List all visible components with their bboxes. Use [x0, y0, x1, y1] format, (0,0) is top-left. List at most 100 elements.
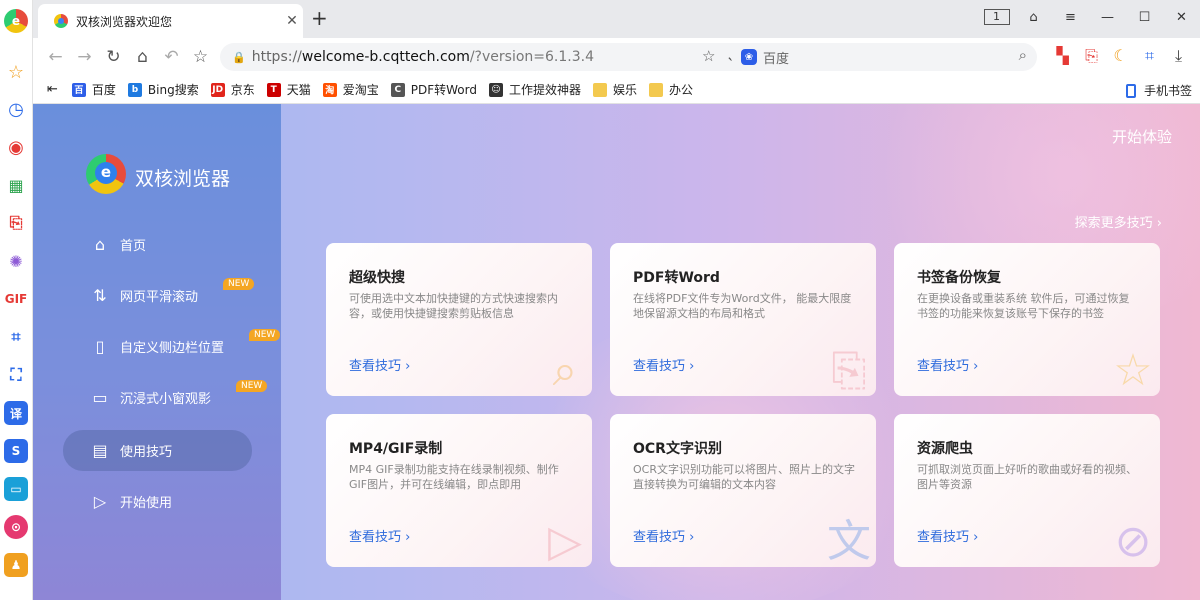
address-bar[interactable]: 🔒 https://welcome-b.cqttech.com/?version… [220, 43, 756, 71]
lock-icon: 🔒 [232, 50, 246, 64]
side-toolbar: e ☆ ◷ ◉ ▦ ⎘ ✺ GIF ⌗ ⛶ 译 S ▭ ⊙ ♟ [0, 0, 33, 600]
tip-card-title: 书签备份恢复 [917, 270, 1001, 286]
tip-card[interactable]: 书签备份恢复 在更换设备或重装系统 软件后，可通过恢复书签的功能来恢复该账号下保存… [894, 243, 1160, 396]
bookmark-bar: ⇤ 百百度 b Bing搜索 JD 京东 T 天猫淘爱淘宝 C PDF转Word ☺ 工作提效神器 娱… [33, 76, 1200, 104]
bookmark-item[interactable]: 淘爱淘宝 [322, 81, 379, 98]
view-tip-link[interactable]: 查看技巧 › [917, 526, 978, 545]
bookmark-label: 娱乐 [613, 83, 638, 97]
bookmark-favicon-icon: ☺ [489, 82, 503, 97]
bookmark-item[interactable]: 办公 [649, 81, 693, 98]
bookmark-label: 京东 [230, 83, 255, 97]
close-window-icon[interactable]: ✕ [1163, 10, 1200, 25]
settings-menu-icon[interactable]: ☰ [1193, 46, 1200, 66]
magnifier-icon: ⌕ [552, 345, 578, 396]
tab-bar: 双核浏览器欢迎您 ✕ + 1 ⌂ ≡ — ☐ ✕ [33, 0, 1200, 38]
crop-ext-icon[interactable]: ⌗ [1135, 46, 1164, 66]
mobile-bookmarks-label: 手机书签 [1143, 84, 1192, 98]
scan-tool-icon[interactable]: ⛶ [4, 363, 28, 387]
bookmark-item[interactable]: 百百度 [71, 81, 116, 98]
favorites-icon[interactable]: ☆ [4, 60, 28, 84]
play-icon: ▷ [93, 492, 107, 511]
undo-close-icon[interactable]: ↶ [157, 47, 186, 67]
brand-name: 双核浏览器 [135, 168, 231, 190]
bookmark-favicon-icon [593, 82, 608, 97]
skin-icon[interactable]: ⌂ [1015, 10, 1052, 25]
tip-card-description: OCR文字识别功能可以将图片、照片上的文字直接转换为可编辑的文本内容 [633, 463, 855, 491]
baidu-icon: ❀ [741, 49, 757, 65]
back-icon[interactable]: ← [41, 47, 70, 67]
tip-card[interactable]: 超级快搜 可使用选中文本加快捷键的方式快速搜索内容，或使用快捷键搜索剪贴板信息 查看… [326, 243, 592, 396]
tip-card[interactable]: MP4/GIF录制 MP4 GIF录制功能支持在线录制视频、制作GIF图片，并可在… [326, 414, 592, 567]
sidebar-item-label: 自定义侧边栏位置 [120, 341, 225, 356]
tip-card[interactable]: PDF转Word 在线将PDF文件专为Word文件， 能最大限度地保留源文档的布局… [610, 243, 876, 396]
bookmark-item[interactable]: C PDF转Word [390, 81, 477, 98]
minimize-icon[interactable]: — [1089, 10, 1126, 25]
app-tool-icon[interactable]: S [4, 439, 28, 463]
sidebar-item[interactable]: ▷ 开始使用 [63, 481, 252, 522]
browser-logo-icon[interactable]: e [4, 9, 28, 33]
tab-welcome[interactable]: 双核浏览器欢迎您 ✕ [38, 4, 303, 38]
bookmark-label: 工作提效神器 [509, 83, 582, 97]
night-mode-icon[interactable]: ☾ [1106, 46, 1135, 66]
menu-icon[interactable]: ≡ [1052, 10, 1089, 25]
chat-tool-icon[interactable]: ⊙ [4, 515, 28, 539]
bookmark-label: Bing搜索 [147, 83, 199, 97]
reload-icon[interactable]: ↻ [99, 47, 128, 67]
bookmark-label: 爱淘宝 [342, 83, 379, 97]
bookmark-item[interactable]: ☺ 工作提效神器 [489, 81, 581, 98]
show-sidebar-icon[interactable]: ⇤ [47, 82, 58, 97]
sidebar-item[interactable]: ▭ 沉浸式小窗观影 NEW [63, 377, 268, 418]
close-tab-icon[interactable]: ✕ [281, 13, 303, 29]
maximize-icon[interactable]: ☐ [1126, 10, 1163, 25]
forward-icon[interactable]: → [70, 47, 99, 67]
sidebar-item-label: 网页平滑滚动 [120, 290, 199, 305]
sidebar-item[interactable]: ⇅ 网页平滑滚动 NEW [63, 275, 255, 316]
pdf-ext-icon[interactable]: ⎘ [1077, 46, 1106, 66]
download-icon[interactable]: ⤓ [1164, 46, 1193, 66]
bug-icon: ⊘ [1114, 516, 1152, 567]
game-tool-icon[interactable]: ♟ [4, 553, 28, 577]
bookmark-item[interactable]: JD 京东 [210, 81, 255, 98]
view-tip-link[interactable]: 查看技巧 › [633, 526, 694, 545]
sidebar-item[interactable]: ▯ 自定义侧边栏位置 NEW [63, 326, 281, 367]
tip-card-title: 超级快搜 [349, 270, 405, 286]
history-icon[interactable]: ◷ [4, 97, 28, 121]
apps-grid-icon[interactable]: ▚ [1048, 46, 1077, 66]
qrcode-icon[interactable]: ▦ [4, 173, 28, 197]
tab-count-button[interactable]: 1 [978, 9, 1015, 25]
bookmark-item[interactable]: T 天猫 [266, 81, 311, 98]
tip-card-title: OCR文字识别 [633, 441, 722, 457]
search-engine-label: 百度 [763, 51, 790, 67]
sidebar-item-label: 使用技巧 [120, 445, 173, 460]
gif-tool-icon[interactable]: GIF [4, 287, 28, 311]
bookmark-star-icon[interactable]: ☆ [186, 47, 215, 67]
mobile-bookmarks[interactable]: 手机书签 [1125, 82, 1192, 99]
window-icon: ▭ [92, 388, 108, 407]
tip-card[interactable]: 资源爬虫 可抓取浏览页面上好听的歌曲或好看的视频、图片等资源 查看技巧 › ⊘ [894, 414, 1160, 567]
sidebar-item[interactable]: ⌂ 首页 [63, 224, 252, 265]
search-box[interactable]: ❀ 百度 ⌕ [731, 43, 1037, 71]
url-domain: welcome-b.cqttech.com [301, 49, 470, 65]
sidebar-item[interactable]: ▤ 使用技巧 [63, 430, 252, 471]
scroll-icon: ⇅ [93, 286, 107, 305]
start-experience-link[interactable]: 开始体验 [1112, 126, 1172, 147]
record-icon[interactable]: ◉ [4, 135, 28, 159]
view-tip-link[interactable]: 查看技巧 › [633, 355, 694, 374]
new-tab-button[interactable]: + [311, 6, 328, 30]
pdf-tool-icon[interactable]: ⎘ [4, 211, 28, 235]
bookmark-favicon-icon: C [390, 82, 405, 97]
view-tip-link[interactable]: 查看技巧 › [349, 526, 410, 545]
new-badge: NEW [236, 380, 268, 392]
view-tip-link[interactable]: 查看技巧 › [349, 355, 410, 374]
search-icon[interactable]: ⌕ [1019, 46, 1027, 64]
bookmark-item[interactable]: b Bing搜索 [127, 81, 199, 98]
bookmark-item[interactable]: 娱乐 [593, 81, 637, 98]
bug-tool-icon[interactable]: ✺ [4, 249, 28, 273]
crop-tool-icon[interactable]: ⌗ [4, 325, 28, 349]
view-tip-link[interactable]: 查看技巧 › [917, 355, 978, 374]
explore-more-link[interactable]: 探索更多技巧 › [1075, 212, 1162, 231]
translate-tool-icon[interactable]: 译 [4, 401, 28, 425]
tip-card[interactable]: OCR文字识别 OCR文字识别功能可以将图片、照片上的文字直接转换为可编辑的文本内… [610, 414, 876, 567]
home-icon[interactable]: ⌂ [128, 47, 157, 67]
screen-tool-icon[interactable]: ▭ [4, 477, 28, 501]
